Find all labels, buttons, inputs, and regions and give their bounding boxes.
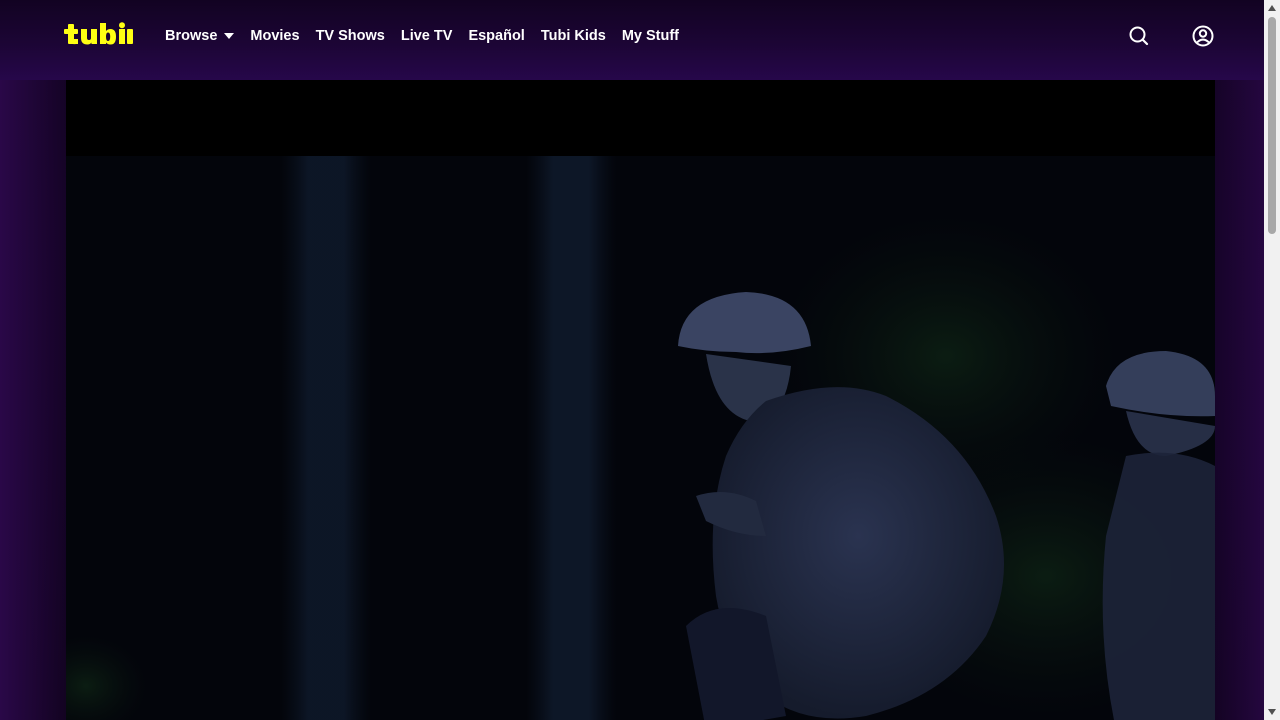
nav-tv-shows[interactable]: TV Shows [316,26,385,46]
page-scrollbar[interactable] [1264,0,1280,720]
nav-browse[interactable]: Browse [165,26,235,46]
nav-tubi-kids-label: Tubi Kids [540,28,606,44]
account-button[interactable] [1191,24,1215,48]
nav-browse-label: Browse [165,28,218,44]
scroll-up-arrow-icon [1268,5,1276,11]
player-letterbox-top [66,80,1215,156]
nav-my-stuff-label: My Stuff [621,28,680,44]
video-frame-image [66,156,1215,720]
nav-movies-label: Movies [250,28,300,44]
nav-live-tv-label: Live TV [400,28,453,44]
caret-down-icon [224,33,235,39]
video-frame[interactable] [66,156,1215,720]
nav-tubi-kids[interactable]: Tubi Kids [541,26,606,46]
tubi-logo[interactable] [64,22,136,50]
nav-movies[interactable]: Movies [250,26,299,46]
nav-espanol[interactable]: Español [468,26,524,46]
nav-live-tv[interactable]: Live TV [401,26,453,46]
page: Browse Movies TV Shows Live TV Español T… [0,0,1280,720]
scroll-up-button[interactable] [1264,0,1280,16]
top-navigation-bar: Browse Movies TV Shows Live TV Español T… [0,0,1264,80]
search-icon [1129,26,1149,46]
search-button[interactable] [1127,24,1151,48]
scroll-down-arrow-icon [1268,709,1276,715]
nav-espanol-label: Español [468,28,525,44]
main-nav: Browse Movies TV Shows Live TV Español T… [165,26,695,46]
scroll-down-button[interactable] [1264,704,1280,720]
video-player[interactable] [66,80,1215,720]
nav-tv-shows-label: TV Shows [315,28,385,44]
nav-my-stuff[interactable]: My Stuff [622,26,679,46]
account-icon [1192,25,1214,47]
scroll-thumb[interactable] [1268,17,1276,234]
